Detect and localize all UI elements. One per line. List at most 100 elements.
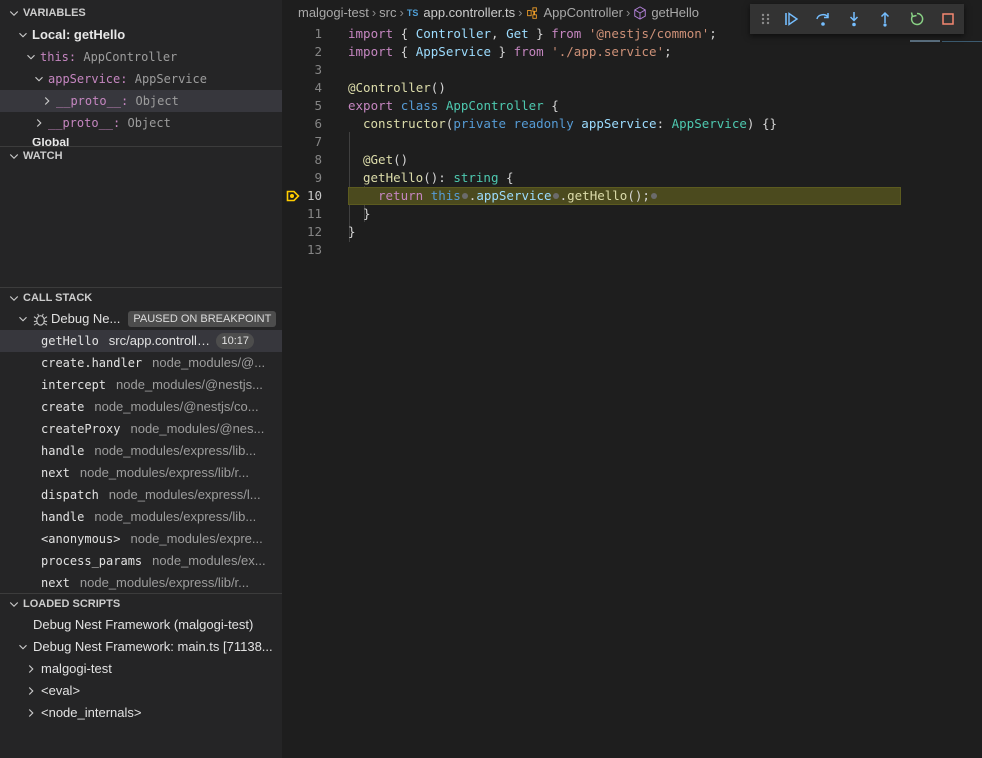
loaded-script-folder[interactable]: <node_internals> — [0, 702, 282, 724]
code-line[interactable]: 2 import { AppService } from './app.servi… — [282, 43, 982, 61]
inline-breakpoint-dot[interactable] — [552, 193, 559, 199]
code-token: '@nestjs/common' — [588, 26, 710, 41]
stop-button[interactable] — [933, 6, 964, 32]
code-line[interactable]: 3 — [282, 61, 982, 79]
code-line[interactable]: 8 @Get() — [282, 151, 982, 169]
code-line[interactable]: 13 — [282, 241, 982, 259]
code-line[interactable]: 4 @Controller() — [282, 79, 982, 97]
breadcrumb-item[interactable]: AppController — [543, 0, 623, 26]
call-stack-section-header[interactable]: CALL STACK — [0, 287, 282, 309]
step-out-button[interactable] — [870, 6, 901, 32]
code-text: import { AppService } from './app.servic… — [348, 43, 672, 61]
chevron-right-icon — [28, 665, 34, 673]
code-text: getHello(): string { — [363, 169, 514, 187]
chevron-right-icon — [36, 119, 42, 127]
code-token: { — [393, 26, 416, 41]
loaded-scripts-section-header[interactable]: LOADED SCRIPTS — [0, 593, 282, 615]
step-into-button[interactable] — [838, 6, 869, 32]
call-stack-frame[interactable]: next node_modules/express/lib/r... — [0, 572, 282, 594]
code-line[interactable]: 7 — [282, 133, 982, 151]
drag-handle-icon[interactable] — [756, 6, 776, 32]
frame-function-name: create.handler — [41, 356, 143, 370]
breadcrumb-item[interactable]: getHello — [651, 0, 699, 26]
minimap-slice — [910, 40, 982, 42]
code-token: @ — [348, 80, 356, 95]
frame-source-path: node_modules/@nes... — [130, 421, 265, 436]
call-stack-frame[interactable]: <anonymous> node_modules/expre... — [0, 528, 282, 550]
code-token: } — [363, 206, 371, 221]
frame-function-name: intercept — [41, 378, 107, 392]
call-stack-frame[interactable]: intercept node_modules/@nestjs... — [0, 374, 282, 396]
call-stack-frame[interactable]: create node_modules/@nestjs/co... — [0, 396, 282, 418]
debug-session-row[interactable]: Debug Ne... PAUSED ON BREAKPOINT — [0, 308, 282, 330]
loaded-script-item[interactable]: Debug Nest Framework (malgogi-test) — [0, 614, 282, 636]
breadcrumb-item[interactable]: malgogi-test — [298, 0, 369, 26]
variable-name: __proto__: — [48, 116, 121, 130]
restart-button[interactable] — [901, 6, 932, 32]
code-token: export — [348, 98, 394, 113]
loaded-script-label: <node_internals> — [41, 705, 142, 720]
code-token: AppController — [445, 98, 544, 113]
variable-row-appservice[interactable]: appService: AppService — [0, 68, 282, 90]
frame-function-name: getHello — [41, 334, 99, 348]
code-token: string — [453, 170, 499, 185]
frame-source-path: node_modules/@nestjs/co... — [94, 399, 259, 414]
variable-name: this: — [40, 50, 77, 64]
variable-value: AppController — [83, 50, 178, 64]
continue-button[interactable] — [776, 6, 807, 32]
code-line[interactable]: 5 export class AppController { — [282, 97, 982, 115]
call-stack-frame[interactable]: next node_modules/express/lib/r... — [0, 462, 282, 484]
step-over-button[interactable] — [807, 6, 838, 32]
inline-breakpoint-dot[interactable] — [650, 193, 657, 199]
code-line[interactable]: 11} — [282, 205, 982, 223]
call-stack-frame[interactable]: handle node_modules/express/lib... — [0, 506, 282, 528]
inline-breakpoint-dot[interactable] — [461, 193, 468, 199]
call-stack-frame[interactable]: create.handler node_modules/@... — [0, 352, 282, 374]
code-line[interactable]: 12} — [282, 223, 982, 241]
call-stack-frame[interactable]: handle node_modules/express/lib... — [0, 440, 282, 462]
code-line[interactable]: 9 getHello(): string { — [282, 169, 982, 187]
loaded-script-folder[interactable]: malgogi-test — [0, 658, 282, 680]
variable-name: appService: — [48, 72, 128, 86]
loaded-script-folder[interactable]: <eval> — [0, 680, 282, 702]
code-line[interactable]: 6 constructor(private readonly appService… — [282, 115, 982, 133]
variable-row-proto-selected[interactable]: __proto__: Object — [0, 90, 282, 112]
watch-section-header[interactable]: WATCH — [0, 145, 282, 167]
frame-function-name: process_params — [41, 554, 143, 568]
code-token: : — [656, 116, 672, 131]
call-stack-frame[interactable]: getHello src/app.controller.ts 10:17 — [0, 330, 282, 352]
chevron-down-icon — [19, 644, 27, 650]
call-stack-frame[interactable]: dispatch node_modules/express/l... — [0, 484, 282, 506]
frame-function-name: next — [41, 466, 70, 480]
step-over-icon — [815, 13, 829, 26]
variable-row-this[interactable]: this: AppController — [0, 46, 282, 68]
frame-source-path: node_modules/express/lib... — [94, 443, 257, 458]
variable-scope-local[interactable]: Local: getHello — [0, 24, 282, 46]
code-token: { — [498, 170, 514, 185]
call-stack-frame[interactable]: process_params node_modules/ex... — [0, 550, 282, 572]
call-stack-frame[interactable]: createProxy node_modules/@nes... — [0, 418, 282, 440]
variable-row-proto[interactable]: __proto__: Object — [0, 112, 282, 134]
code-token: @ — [363, 152, 371, 167]
code-line[interactable]: 10 return this .appService .getHello(); — [282, 187, 982, 205]
frame-source-path: src/app.controller.ts — [108, 333, 217, 348]
breadcrumb-item[interactable]: app.controller.ts — [423, 0, 515, 26]
code-token: ; — [664, 44, 672, 59]
loaded-script-label: Debug Nest Framework (malgogi-test) — [33, 617, 254, 632]
breadcrumb-item[interactable]: src — [379, 0, 396, 26]
code-token: { — [393, 44, 416, 59]
code-editor[interactable]: 1 import { Controller, Get } from '@nestj… — [282, 24, 982, 758]
chevron-down-icon — [9, 154, 19, 160]
loaded-script-item[interactable]: Debug Nest Framework: main.ts [71138... — [0, 636, 282, 658]
line-number: 10 — [306, 188, 322, 203]
code-text: @Controller() — [348, 79, 446, 97]
frame-function-name: create — [41, 400, 85, 414]
line-number: 9 — [314, 170, 322, 185]
code-token: this — [430, 188, 461, 203]
line-number: 5 — [314, 98, 322, 113]
chevron-right-icon — [28, 687, 34, 695]
code-token: constructor — [363, 116, 446, 131]
variables-section-header[interactable]: VARIABLES — [0, 2, 282, 24]
